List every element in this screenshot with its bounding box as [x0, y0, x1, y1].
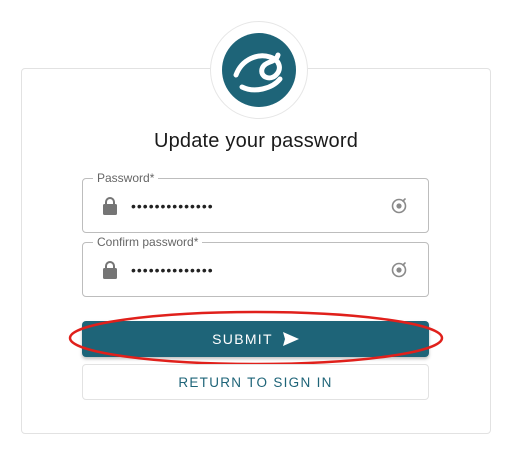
visibility-toggle-icon[interactable] [390, 261, 408, 279]
return-to-sign-in-button[interactable]: RETURN TO SIGN IN [82, 364, 429, 400]
page-title: Update your password [153, 130, 359, 152]
confirm-password-field-label: Confirm password* [93, 235, 203, 249]
wave-swirl-logo-icon [222, 33, 296, 107]
update-password-page: Update your password Password* •••••••••… [0, 0, 512, 450]
submit-button[interactable]: SUBMIT [82, 321, 429, 357]
lock-icon [103, 197, 117, 215]
confirm-password-field[interactable]: Confirm password* •••••••••••••• [82, 235, 429, 297]
visibility-toggle-icon[interactable] [390, 197, 408, 215]
confirm-password-input[interactable]: •••••••••••••• [131, 260, 214, 280]
submit-button-label: SUBMIT [212, 331, 273, 347]
password-input[interactable]: •••••••••••••• [131, 196, 214, 216]
password-field[interactable]: Password* •••••••••••••• [82, 171, 429, 233]
lock-icon [103, 261, 117, 279]
send-arrow-icon [282, 332, 299, 346]
brand-logo [210, 21, 308, 119]
password-field-label: Password* [93, 171, 159, 185]
